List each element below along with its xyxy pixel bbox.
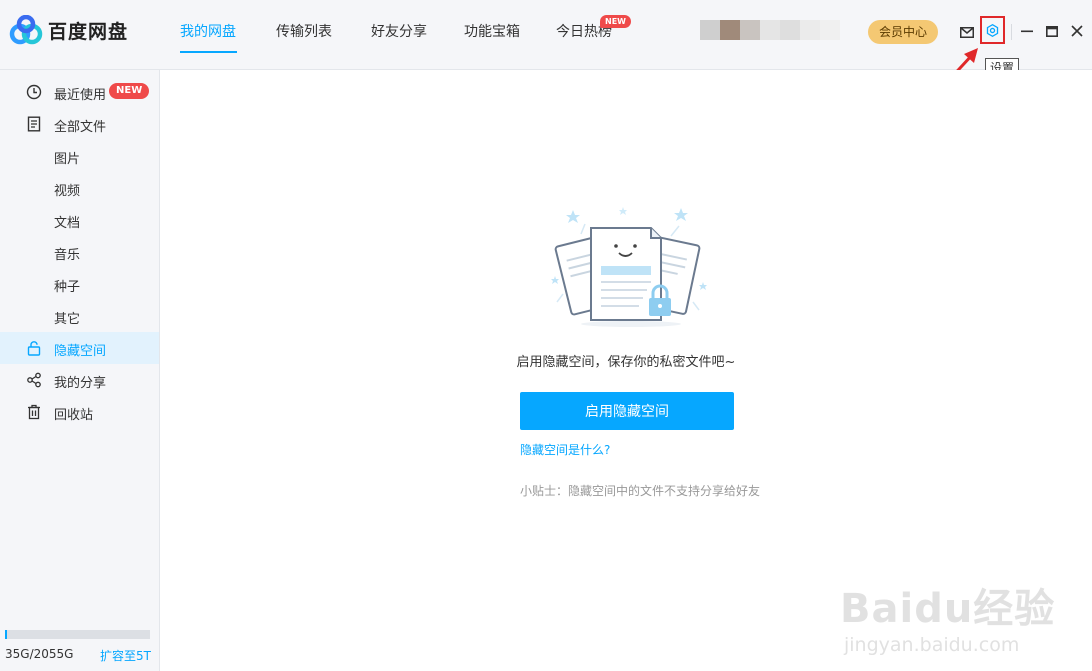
sidebar-item-documents[interactable]: 文档 (0, 204, 159, 236)
sidebar-item-music[interactable]: 音乐 (0, 236, 159, 268)
app-window: 百度网盘 我的网盘 传输列表 好友分享 功能宝箱 今日热榜 NEW 会员中心 设… (0, 0, 1092, 671)
tab-friend-share[interactable]: 好友分享 (371, 21, 427, 41)
minimize-icon (1021, 30, 1033, 33)
watermark-brand: Baidu经验 (840, 586, 1056, 632)
tip-text: 小贴士：隐藏空间中的文件不支持分享给好友 (520, 484, 761, 498)
close-icon (1071, 25, 1083, 37)
top-bar: 百度网盘 我的网盘 传输列表 好友分享 功能宝箱 今日热榜 NEW 会员中心 (0, 0, 1092, 70)
sidebar: 最近使用 NEW 全部文件 图片 视频 文档 音乐 种子 其它 隐藏空间 我的分… (0, 70, 160, 671)
recent-new-badge: NEW (109, 83, 150, 99)
sidebar-item-other[interactable]: 其它 (0, 300, 159, 332)
sidebar-item-label: 全部文件 (54, 120, 107, 135)
mail-icon (960, 26, 974, 38)
watermark-url: jingyan.baidu.com (844, 634, 1020, 656)
document-icon (27, 116, 41, 132)
sidebar-item-label: 文档 (54, 216, 81, 231)
expand-storage-link[interactable]: 扩容至5T (100, 647, 151, 664)
user-info-blurred[interactable] (700, 20, 840, 40)
app-name: 百度网盘 (48, 20, 129, 43)
sidebar-item-torrents[interactable]: 种子 (0, 268, 159, 300)
active-tab-underline (180, 51, 237, 53)
minimize-button[interactable] (1019, 23, 1035, 39)
sidebar-item-recent[interactable]: 最近使用 NEW (0, 76, 159, 108)
vip-center-button[interactable]: 会员中心 (868, 20, 938, 44)
storage-progress-fill (5, 630, 8, 639)
enable-hidden-space-button[interactable]: 启用隐藏空间 (520, 392, 734, 430)
sidebar-item-label: 音乐 (54, 248, 81, 263)
sidebar-item-all-files[interactable]: 全部文件 (0, 108, 159, 140)
close-button[interactable] (1069, 23, 1085, 39)
lock-icon (27, 341, 41, 356)
sidebar-item-label: 回收站 (54, 408, 94, 423)
sidebar-item-label: 图片 (54, 152, 81, 167)
hot-today-new-badge: NEW (600, 15, 631, 28)
what-is-hidden-space-link[interactable]: 隐藏空间是什么? (520, 441, 610, 458)
maximize-button[interactable] (1044, 23, 1060, 39)
clock-icon (26, 84, 42, 100)
sidebar-item-label: 隐藏空间 (54, 344, 107, 359)
tab-toolbox[interactable]: 功能宝箱 (464, 21, 520, 41)
share-icon (27, 372, 41, 388)
tab-my-netdisk[interactable]: 我的网盘 (180, 21, 236, 41)
sidebar-item-my-shares[interactable]: 我的分享 (0, 364, 159, 396)
storage-usage-text: 35G/2055G (5, 647, 74, 661)
sidebar-item-label: 其它 (54, 312, 81, 327)
gear-icon (986, 24, 999, 37)
sidebar-item-images[interactable]: 图片 (0, 140, 159, 172)
sidebar-item-label: 最近使用 (54, 88, 107, 103)
sidebar-item-videos[interactable]: 视频 (0, 172, 159, 204)
maximize-icon (1046, 25, 1058, 37)
sidebar-item-hidden-space[interactable]: 隐藏空间 (0, 332, 159, 364)
hidden-space-message: 启用隐藏空间，保存你的私密文件吧~ (516, 355, 736, 370)
sidebar-item-label: 我的分享 (54, 376, 107, 391)
sidebar-item-recycle-bin[interactable]: 回收站 (0, 396, 159, 428)
settings-button[interactable] (983, 21, 1002, 40)
hidden-space-illustration-icon (551, 207, 707, 327)
trash-icon (28, 404, 40, 420)
app-logo: 百度网盘 (9, 15, 128, 45)
storage-progress-bar (5, 630, 150, 639)
baidu-jingyan-watermark: Baidu经验 jingyan.baidu.com (840, 550, 1090, 665)
baidu-netdisk-logo-icon (9, 15, 43, 45)
toolbar-separator (1011, 24, 1012, 40)
tab-transfer-list[interactable]: 传输列表 (276, 21, 332, 41)
sidebar-item-label: 视频 (54, 184, 81, 199)
main-content: 启用隐藏空间，保存你的私密文件吧~ 启用隐藏空间 隐藏空间是什么? 小贴士：隐藏… (160, 70, 1092, 671)
sidebar-item-label: 种子 (54, 280, 81, 295)
mail-button[interactable] (958, 23, 976, 41)
